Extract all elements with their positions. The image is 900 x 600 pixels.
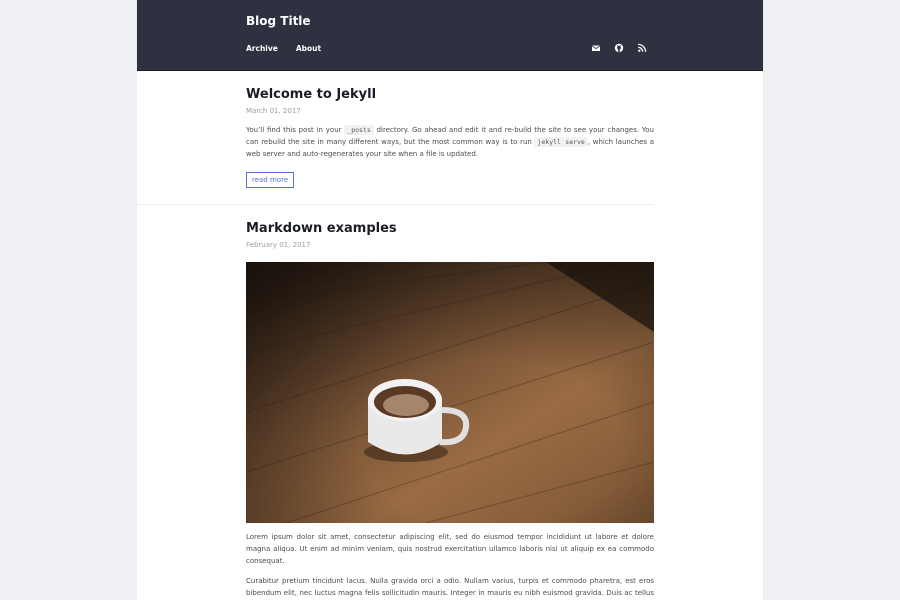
body-paragraph: Curabitur pretium tincidunt lacus. Nulla… [246, 577, 654, 597]
inline-code-posts: _posts [344, 125, 374, 135]
post-excerpt: You’ll find this post in your _posts dir… [246, 124, 654, 160]
social-links [591, 43, 647, 53]
page-frame: Blog Title Archive About Welcome to Jeky… [137, 0, 763, 600]
post-title-link[interactable]: Welcome to Jekyll [246, 86, 654, 104]
coffee-cup-photo [246, 262, 654, 523]
nav-archive-link[interactable]: Archive [246, 44, 278, 53]
inline-code-jekyll-serve: jekyll serve [534, 137, 588, 147]
site-header: Blog Title Archive About [137, 0, 763, 71]
rss-link[interactable] [637, 43, 647, 53]
rss-icon [638, 43, 647, 52]
post-date: February 01, 2017 [246, 241, 311, 249]
email-link[interactable] [591, 43, 601, 53]
envelope-icon [591, 45, 601, 51]
main-nav: Archive About [246, 44, 321, 53]
post-title-link[interactable]: Markdown examples [246, 220, 654, 238]
post-markdown-examples: Markdown examples February 01, 2017 Lore… [137, 205, 654, 600]
post-date: March 01, 2017 [246, 107, 301, 115]
read-more-button[interactable]: read more [246, 172, 295, 188]
blog-title-link[interactable]: Blog Title [246, 14, 311, 28]
github-icon [614, 43, 624, 53]
nav-about-link[interactable]: About [296, 44, 321, 53]
body-paragraph: Lorem ipsum dolor sit amet, consectetur … [246, 533, 654, 565]
github-link[interactable] [614, 43, 624, 53]
excerpt-text: You’ll find this post in your [246, 126, 345, 134]
post-welcome: Welcome to Jekyll March 01, 2017 You’ll … [137, 71, 654, 205]
